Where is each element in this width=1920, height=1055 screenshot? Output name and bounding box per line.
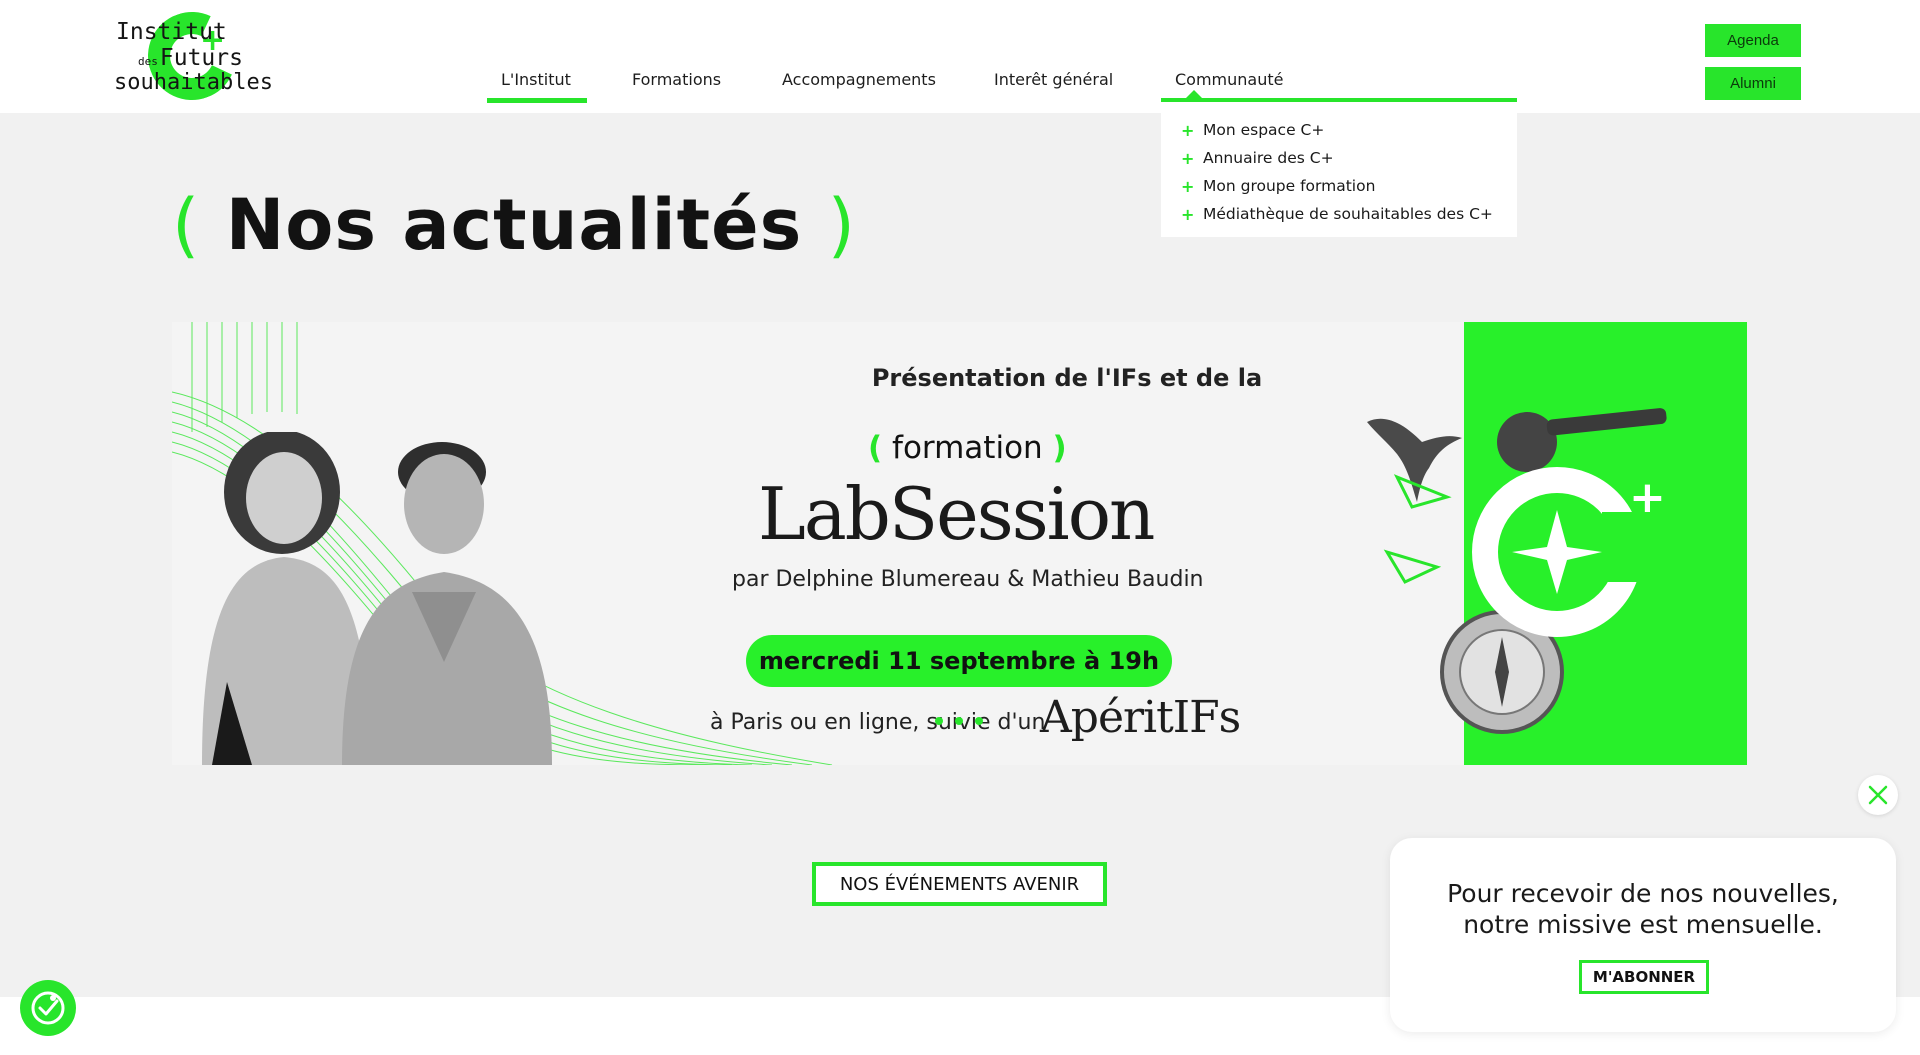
event-date-pill: mercredi 11 septembre à 19h [746, 635, 1172, 687]
title-paren-open: ( [172, 184, 201, 266]
featured-event-banner[interactable]: Présentation de l'IFs et de la ( formati… [172, 322, 1747, 765]
accessibility-button[interactable] [20, 980, 76, 1036]
banner-authors: par Delphine Blumereau & Mathieu Baudin [732, 567, 1204, 592]
dropdown-item-label: Mon espace C+ [1203, 121, 1325, 139]
site-logo[interactable]: + Institut desFuturs souhaitables [112, 0, 273, 113]
nav-item-formations[interactable]: Formations [632, 70, 721, 89]
carousel-dots [935, 717, 983, 725]
formation-paren-open: ( [868, 430, 883, 466]
title-paren-close: ) [827, 184, 856, 266]
close-icon [1868, 785, 1888, 805]
dropdown-item-label: Mon groupe formation [1203, 177, 1376, 195]
svg-text:+: + [1629, 472, 1666, 523]
newsletter-line2: notre missive est mensuelle. [1463, 910, 1823, 939]
logo-text-line2: desFuturs [138, 45, 243, 71]
aperitifs-logo-text: ApéritIFs [1040, 692, 1241, 743]
presenters-photo [202, 432, 552, 765]
agenda-button[interactable]: Agenda [1705, 24, 1801, 57]
formation-label: formation [892, 430, 1043, 466]
banner-formation: ( formation ) [868, 430, 1067, 466]
logo-text-line1: Institut [116, 19, 227, 45]
logo-text-line3: souhaitables [114, 70, 273, 95]
page-title: ( Nos actualités ) [172, 184, 856, 266]
plus-icon: + [1181, 148, 1195, 168]
communaute-dropdown: + Mon espace C+ + Annuaire des C+ + Mon gro… [1161, 102, 1517, 237]
plus-icon: + [1181, 120, 1195, 140]
nav-item-institut[interactable]: L'Institut [501, 70, 571, 89]
dropdown-item-label: Annuaire des C+ [1203, 149, 1334, 167]
carousel-dot[interactable] [975, 717, 983, 725]
nav-item-accompagnements[interactable]: Accompagnements [782, 70, 936, 89]
logo-text-futurs: Futurs [159, 45, 243, 71]
events-button[interactable]: NOS ÉVÉNEMENTS AVENIR [812, 862, 1107, 906]
alumni-button[interactable]: Alumni [1705, 67, 1801, 100]
page-title-text: Nos actualités [225, 184, 803, 266]
newsletter-message: Pour recevoir de nos nouvelles, notre mi… [1390, 878, 1896, 940]
carousel-dot[interactable] [955, 717, 963, 725]
subscribe-button[interactable]: M'ABONNER [1579, 960, 1709, 994]
active-nav-underline [487, 98, 587, 103]
nav-item-interet-general[interactable]: Interêt général [994, 70, 1113, 89]
plus-icon: + [1181, 204, 1195, 224]
close-popup-button[interactable] [1858, 775, 1898, 815]
nav-item-communaute[interactable]: Communauté [1175, 70, 1283, 89]
dropdown-item-mediatheque[interactable]: + Médiathèque de souhaitables des C+ [1181, 200, 1517, 228]
newsletter-line1: Pour recevoir de nos nouvelles, [1447, 879, 1839, 908]
dropdown-item-groupe-formation[interactable]: + Mon groupe formation [1181, 172, 1517, 200]
carousel-dot[interactable] [935, 717, 943, 725]
logo-text-des: des [138, 55, 158, 68]
dropdown-item-mon-espace[interactable]: + Mon espace C+ [1181, 116, 1517, 144]
formation-paren-close: ) [1052, 430, 1067, 466]
labsession-title: LabSession [758, 472, 1155, 556]
dropdown-caret-icon [1185, 90, 1203, 99]
banner-location: à Paris ou en ligne, suivie d'un [710, 710, 1046, 735]
newsletter-popup: Pour recevoir de nos nouvelles, notre mi… [1390, 838, 1896, 1032]
dropdown-item-label: Médiathèque de souhaitables des C+ [1203, 205, 1493, 223]
plus-icon: + [1181, 176, 1195, 196]
accessibility-icon [31, 991, 65, 1025]
banner-illustration: + [1367, 408, 1667, 734]
dropdown-item-annuaire[interactable]: + Annuaire des C+ [1181, 144, 1517, 172]
site-header: + Institut desFuturs souhaitables L'Inst… [0, 0, 1920, 113]
